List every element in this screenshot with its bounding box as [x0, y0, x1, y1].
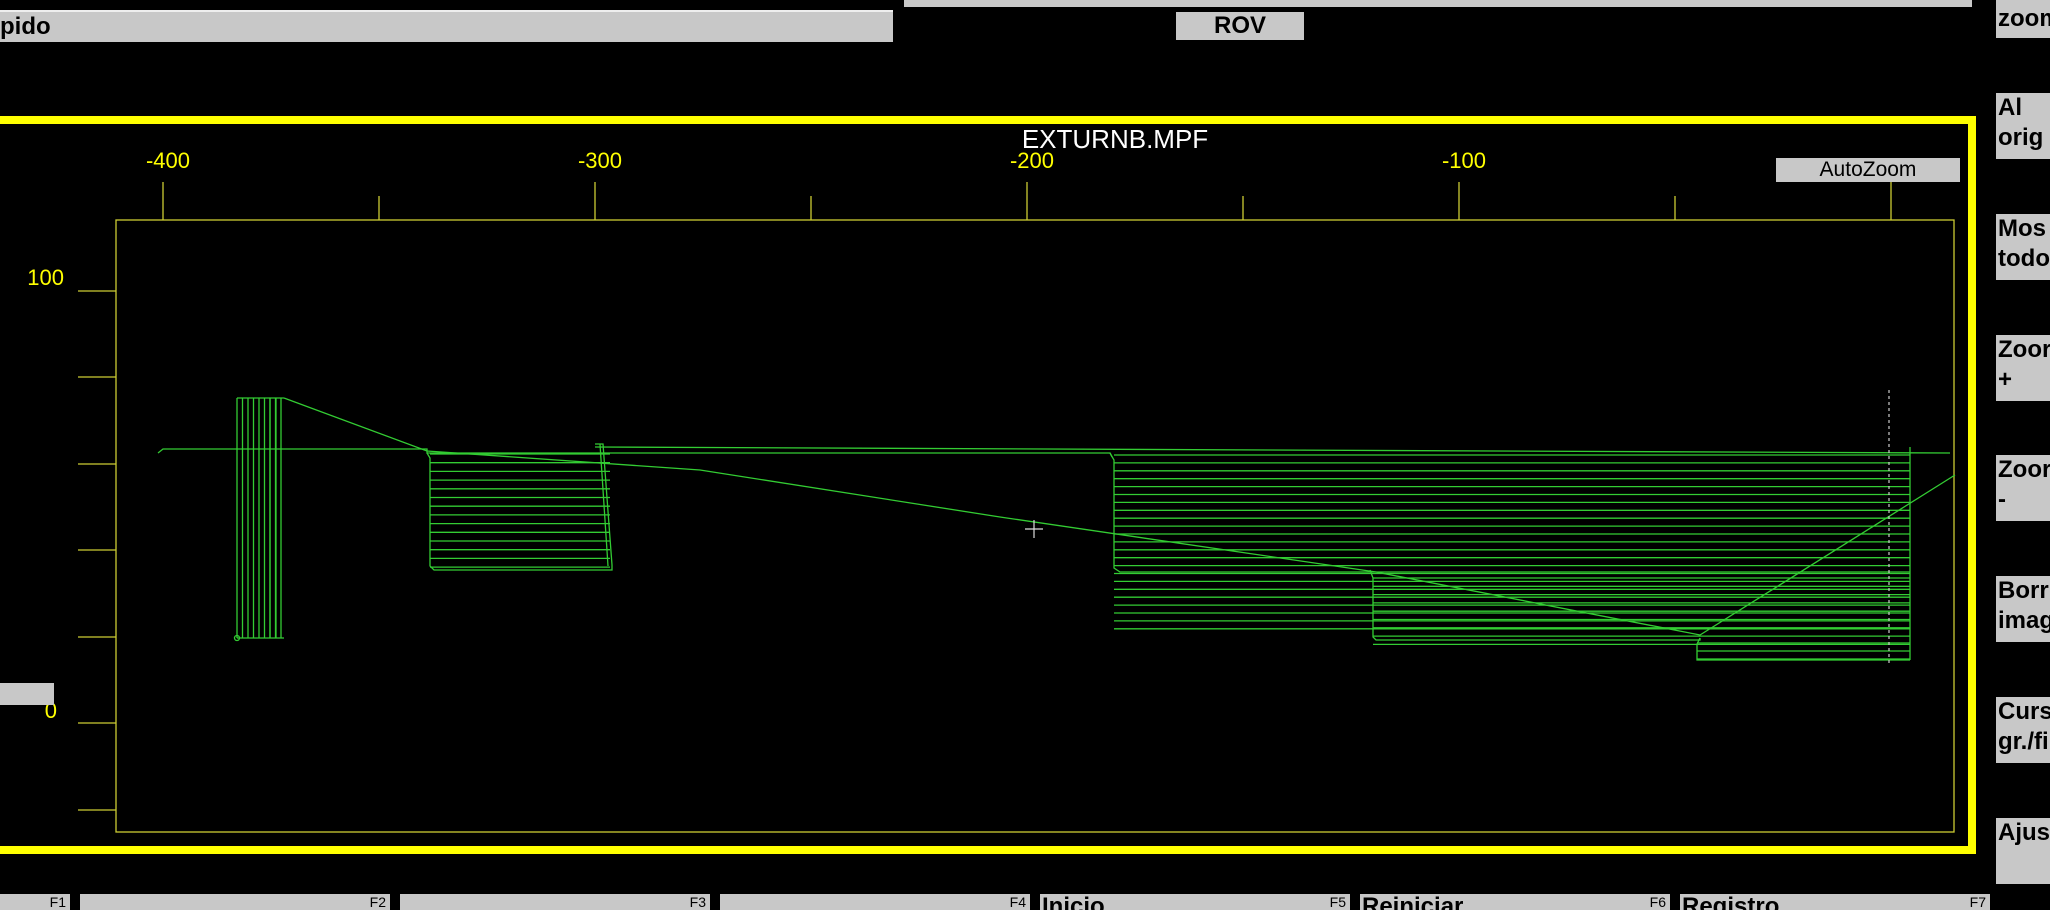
x-tick-marks: [162, 182, 1892, 220]
left-stub: [0, 683, 54, 705]
softkey-f2[interactable]: F2: [80, 894, 390, 910]
softkey-f5-start[interactable]: F5 Inicio: [1040, 894, 1350, 910]
step-outline: [1696, 637, 1910, 661]
x-tick-label: -400: [146, 148, 190, 173]
softkey-f4[interactable]: F4: [720, 894, 1030, 910]
softkey-zoom-in[interactable]: Zoor +: [1996, 335, 2050, 401]
x-tick-label: -100: [1442, 148, 1486, 173]
softkey-show-all[interactable]: Mos todo: [1996, 214, 2050, 280]
softkey-cursor[interactable]: Curs gr./fi: [1996, 697, 2050, 763]
y-tick-marks: [78, 290, 116, 811]
softkey-zoom-out[interactable]: Zoor -: [1996, 455, 2050, 521]
toolpath-lines: [157, 397, 1956, 661]
x-tick-label: -300: [578, 148, 622, 173]
profile-line: [157, 448, 1113, 458]
x-tick-label: -200: [1010, 148, 1054, 173]
softkey-f3[interactable]: F3: [400, 894, 710, 910]
softkey-adjust[interactable]: Ajus: [1996, 818, 2050, 884]
y-tick-label: 100: [27, 265, 64, 290]
softkey-clear-image[interactable]: Borr imag: [1996, 576, 2050, 642]
softkey-origin[interactable]: Al orig: [1996, 93, 2050, 159]
autozoom-button[interactable]: AutoZoom: [1776, 158, 1960, 182]
toolpath-plot: -400 -300 -200 -100 100 0: [27, 148, 1956, 833]
softkey-zoom[interactable]: zoom: [1996, 0, 2050, 38]
softkey-f1[interactable]: F1: [0, 894, 70, 910]
profile-line: [594, 446, 1951, 454]
softkey-f6-reset[interactable]: F6 Reiniciar: [1360, 894, 1670, 910]
taper-line: [283, 397, 1956, 636]
softkey-f7-log[interactable]: F7 Registro: [1680, 894, 1990, 910]
